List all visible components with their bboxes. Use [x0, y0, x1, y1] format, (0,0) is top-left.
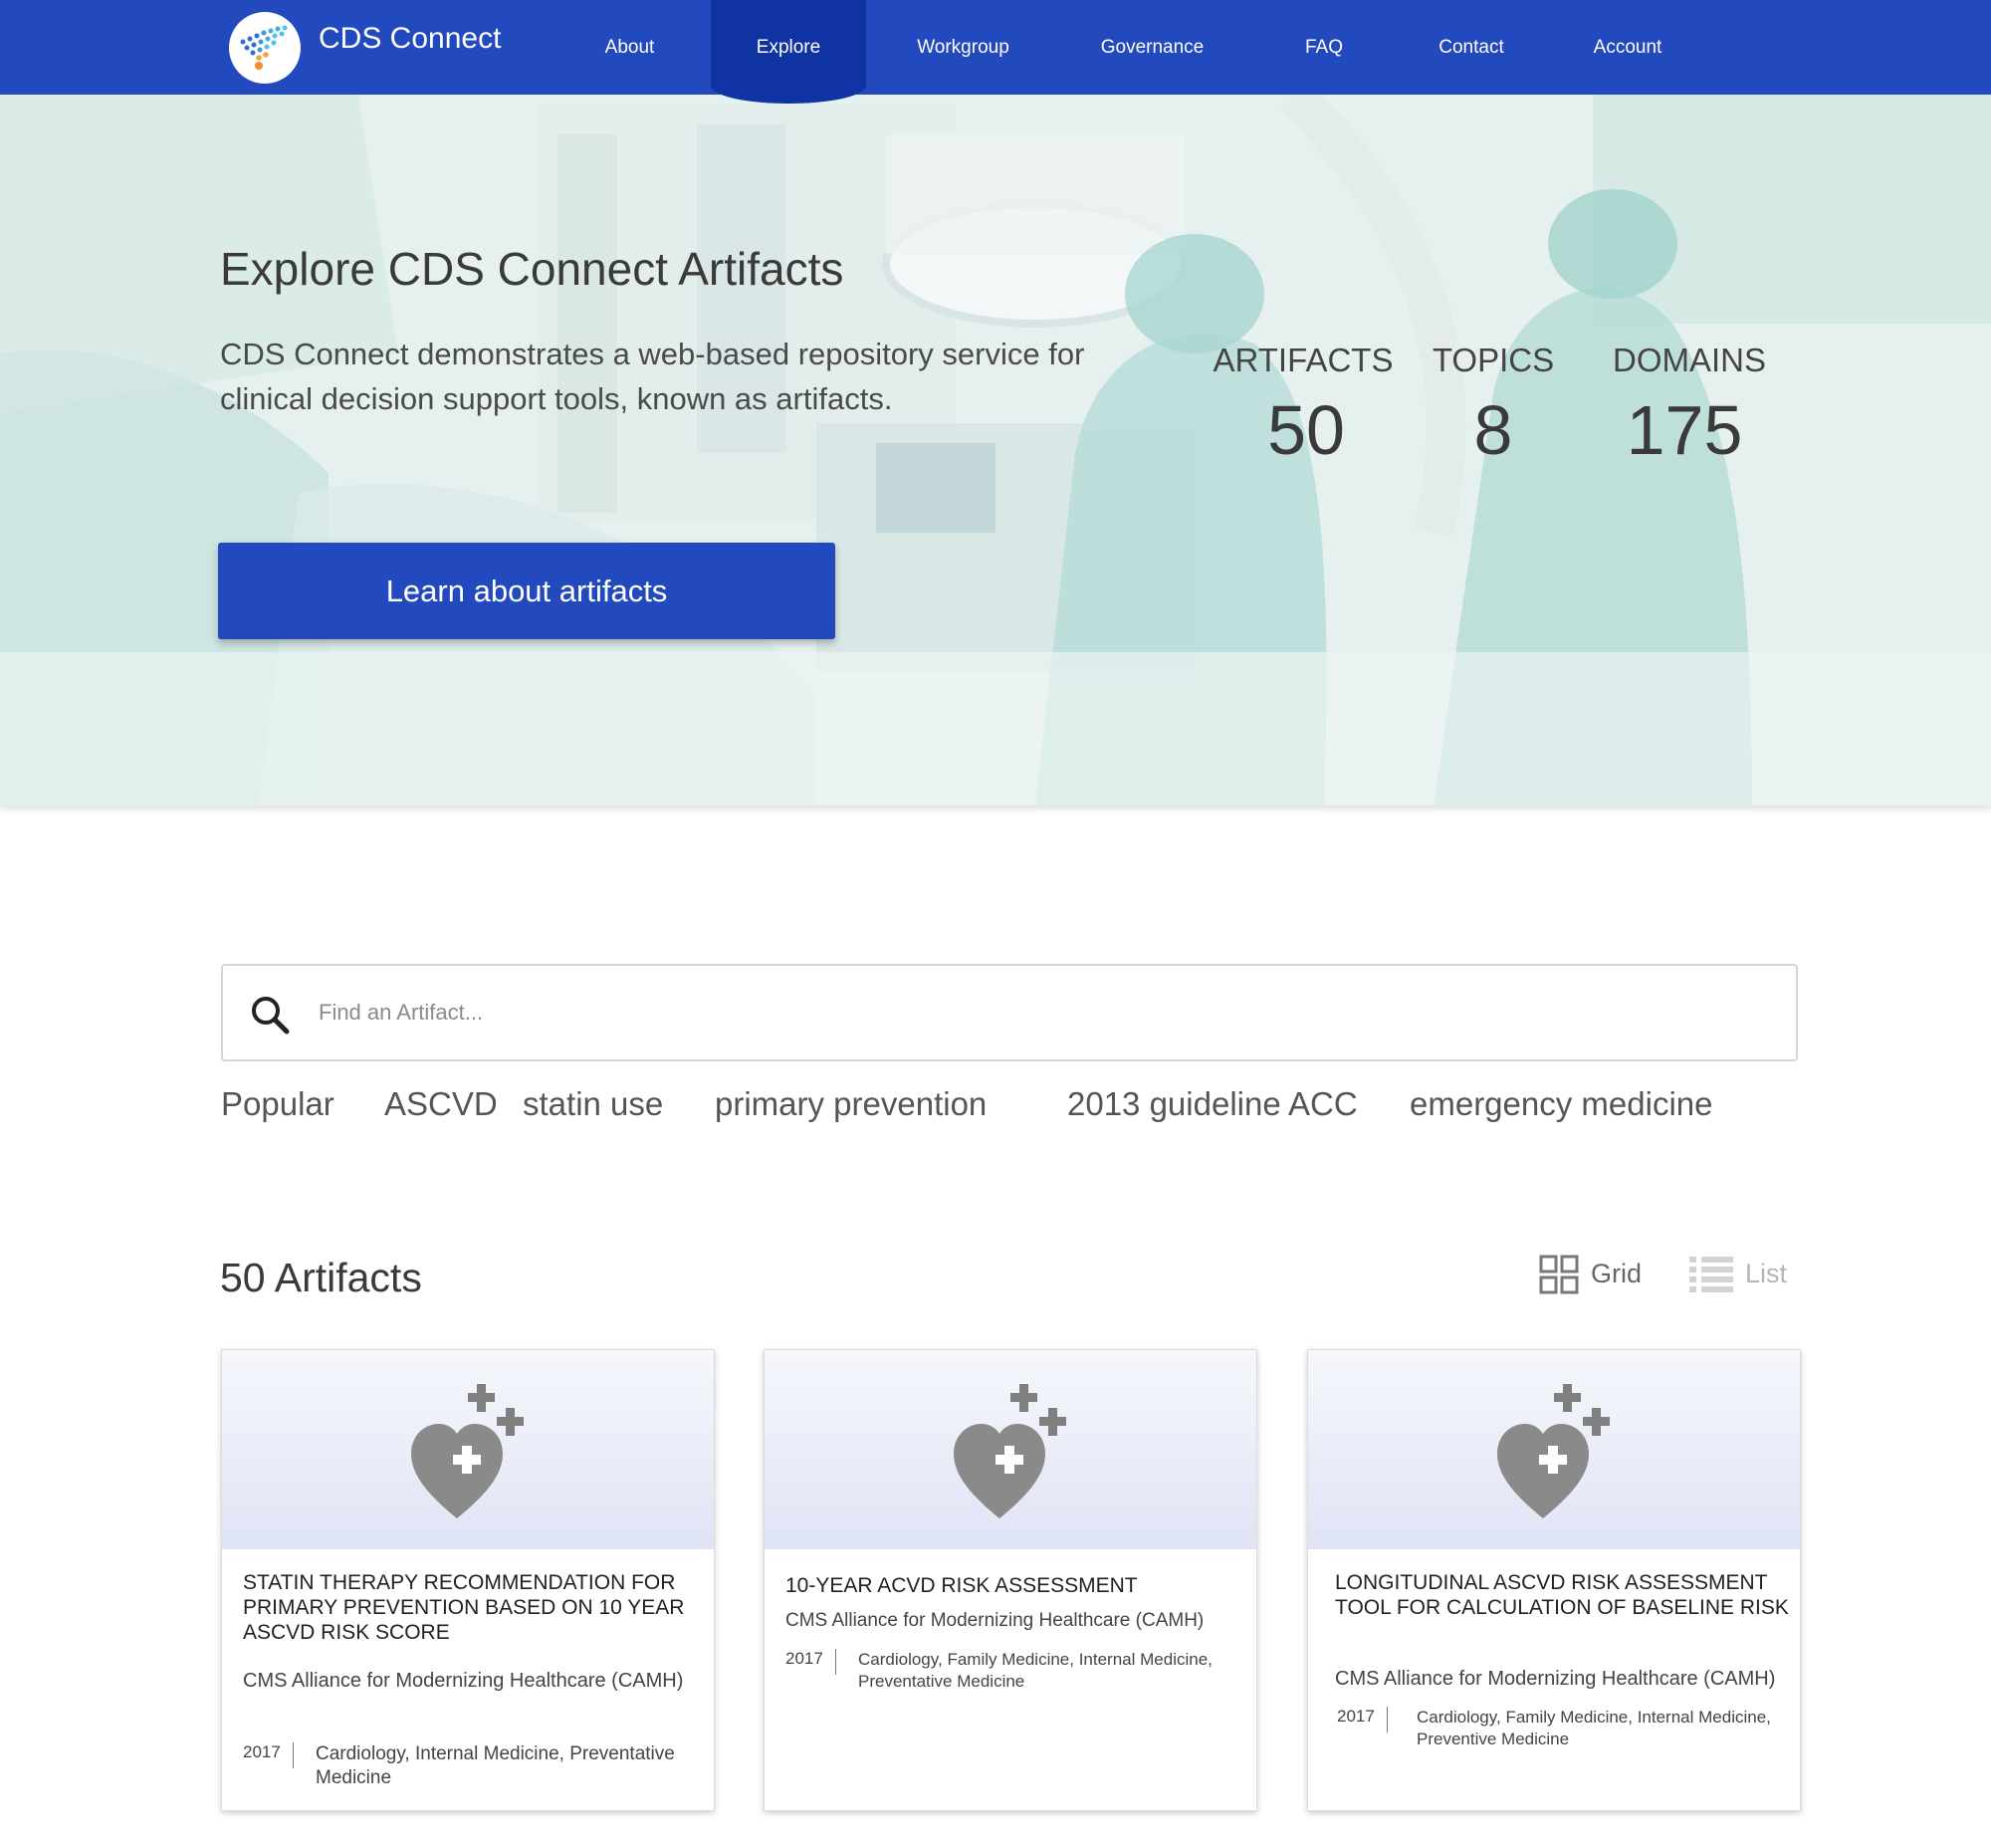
popular-tag-2013-guideline-acc[interactable]: 2013 guideline ACC [1067, 1085, 1358, 1123]
stat-artifacts-label: ARTIFACTS [1213, 342, 1394, 378]
popular-label: Popular [221, 1085, 334, 1122]
artifact-search-box [221, 964, 1798, 1061]
list-view-label: List [1745, 1259, 1788, 1288]
nav-faq[interactable]: FAQ [1284, 0, 1364, 95]
artifact-title: LONGITUDINAL ASCVD RISK ASSESSMENT TOOL … [1335, 1571, 1789, 1619]
hero-description: CDS Connect demonstrates a web-based rep… [220, 337, 1085, 416]
grid-icon [1539, 1255, 1579, 1294]
list-icon [1689, 1257, 1733, 1292]
search-input[interactable] [319, 988, 1762, 1038]
grid-view-label: Grid [1591, 1259, 1643, 1288]
artifact-topics: Cardiology, Family Medicine, Internal Me… [858, 1650, 1213, 1691]
nav-explore[interactable]: Explore [711, 0, 866, 104]
cds-connect-logo[interactable] [229, 12, 301, 84]
popular-tag-ascvd[interactable]: ASCVD [384, 1085, 498, 1123]
artifact-year: 2017 [1337, 1707, 1388, 1732]
top-navigation: CDS Connect About Explore Workgroup Gove… [0, 0, 1991, 104]
artifact-topics: Cardiology, Family Medicine, Internal Me… [1417, 1708, 1771, 1748]
artifact-organization: CMS Alliance for Modernizing Healthcare … [785, 1610, 1205, 1631]
nav-account[interactable]: Account [1578, 0, 1677, 95]
stat-topics-value: 8 [1473, 391, 1513, 469]
artifact-card[interactable]: 10-YEAR ACVD RISK ASSESSMENT CMS Allianc… [764, 1349, 1257, 1811]
artifact-title: STATIN THERAPY RECOMMENDATION FOR PRIMAR… [243, 1571, 685, 1644]
popular-tag-emergency-medicine[interactable]: emergency medicine [1410, 1085, 1712, 1123]
brand-name[interactable]: CDS Connect [319, 22, 501, 56]
artifact-card-image [1308, 1350, 1800, 1549]
nav-contact[interactable]: Contact [1424, 0, 1519, 95]
nav-workgroup[interactable]: Workgroup [896, 0, 1030, 95]
learn-about-artifacts-button[interactable]: Learn about artifacts [218, 543, 835, 639]
grid-view-toggle[interactable]: Grid [1539, 1255, 1649, 1294]
logo-icon [240, 25, 288, 70]
nav-about[interactable]: About [572, 0, 687, 95]
stat-artifacts-value: 50 [1267, 391, 1345, 469]
nav-governance[interactable]: Governance [1085, 0, 1219, 95]
artifact-year: 2017 [243, 1742, 294, 1768]
search-icon[interactable] [249, 994, 293, 1038]
stat-domains-label: DOMAINS [1612, 342, 1766, 378]
popular-tag-primary-prevention[interactable]: primary prevention [715, 1085, 987, 1123]
artifact-organization: CMS Alliance for Modernizing Healthcare … [243, 1670, 684, 1692]
results-count: 50 Artifacts [220, 1255, 422, 1300]
artifact-year: 2017 [785, 1649, 836, 1675]
artifact-card[interactable]: LONGITUDINAL ASCVD RISK ASSESSMENT TOOL … [1307, 1349, 1801, 1811]
stat-domains-value: 175 [1626, 391, 1743, 469]
heart-plus-icon [954, 1384, 1066, 1518]
heart-plus-icon [1497, 1384, 1610, 1518]
artifact-card-image [765, 1350, 1256, 1549]
artifact-topics: Cardiology, Internal Medicine, Preventat… [316, 1743, 675, 1788]
heart-plus-icon [411, 1384, 524, 1518]
artifact-organization: CMS Alliance for Modernizing Healthcare … [1335, 1668, 1776, 1690]
artifact-card-image [222, 1350, 714, 1549]
stat-topics-label: TOPICS [1432, 342, 1555, 378]
artifact-title: 10-YEAR ACVD RISK ASSESSMENT [785, 1574, 1138, 1597]
list-view-toggle[interactable]: List [1689, 1255, 1799, 1294]
hero-title: Explore CDS Connect Artifacts [220, 243, 844, 295]
hero-banner: Explore CDS Connect Artifacts CDS Connec… [0, 95, 1991, 806]
popular-tag-statin-use[interactable]: statin use [523, 1085, 663, 1123]
artifact-card[interactable]: STATIN THERAPY RECOMMENDATION FOR PRIMAR… [221, 1349, 715, 1811]
